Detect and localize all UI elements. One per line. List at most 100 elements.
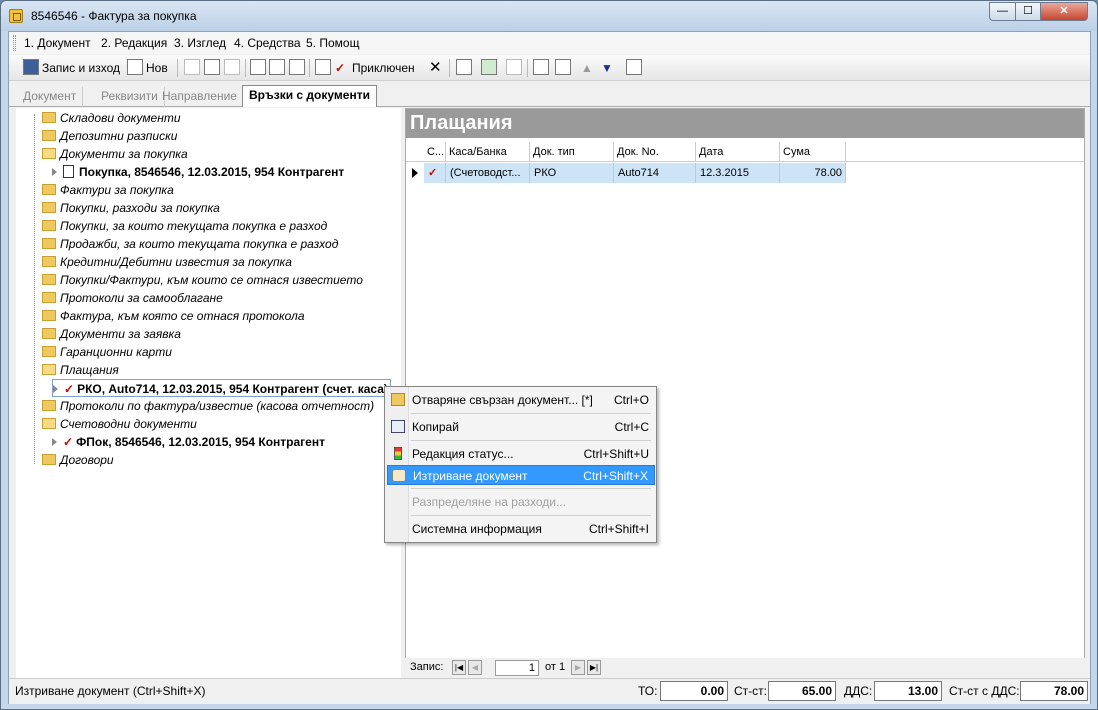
tree-node[interactable]: Договори xyxy=(42,451,114,469)
tree-node-payment-selected[interactable]: ✓ РКО, Auto714, 12.03.2015, 954 Контраген… xyxy=(52,379,391,397)
refresh-icon[interactable] xyxy=(481,59,497,75)
ctx-distribute-expenses[interactable]: Разпределяне на разходи... xyxy=(387,492,655,512)
folder-icon xyxy=(42,184,56,195)
row-status-check-icon: ✓ xyxy=(424,163,446,183)
folder-icon xyxy=(42,130,56,141)
copy-icon xyxy=(391,420,405,433)
record-number-input[interactable]: 1 xyxy=(495,660,539,676)
posted-check-icon: ✓ xyxy=(335,61,346,75)
calculator-icon[interactable] xyxy=(506,59,522,75)
menu-view[interactable]: 3. Изглед xyxy=(174,36,226,50)
ctx-system-info[interactable]: Системна информация Ctrl+Shift+I xyxy=(387,519,655,539)
column-sum[interactable]: Сума xyxy=(780,142,846,162)
posted-check-icon: ✓ xyxy=(64,382,75,396)
to-value: 0.00 xyxy=(660,681,728,701)
expander-icon[interactable] xyxy=(52,168,57,176)
column-doc-type[interactable]: Док. тип xyxy=(530,142,614,162)
tree-node[interactable]: Покупки, разходи за покупка xyxy=(42,199,220,217)
status-bar: Изтриване документ (Ctrl+Shift+X) ТО: 0.… xyxy=(9,678,1090,704)
tree-node[interactable]: Депозитни разписки xyxy=(42,127,177,145)
folder-icon xyxy=(42,454,56,465)
pane-title: Плащания xyxy=(406,109,1084,138)
copy-icon[interactable] xyxy=(204,59,220,75)
cell-doc-type: РКО xyxy=(530,163,614,183)
tab-direction[interactable]: Направление xyxy=(156,87,244,107)
tab-strip: Документ Реквизити Направление Връзки с … xyxy=(9,85,1090,107)
arrow-up-icon[interactable]: ▲ xyxy=(581,58,593,78)
save-exit-button[interactable]: Запис и изход xyxy=(42,58,120,78)
ctx-edit-status[interactable]: Редакция статус... Ctrl+Shift+U xyxy=(387,444,655,464)
edit-icon[interactable] xyxy=(315,59,331,75)
last-record-icon[interactable]: ▶| xyxy=(587,660,601,675)
menu-bar: 1. Документ 2. Редакция 3. Изглед 4. Сре… xyxy=(9,32,1090,54)
first-record-icon[interactable]: |◀ xyxy=(452,660,466,675)
print-icon[interactable] xyxy=(250,59,266,75)
pager-label: Запис: xyxy=(410,661,444,673)
help-icon[interactable] xyxy=(626,59,642,75)
menu-help[interactable]: 5. Помощ xyxy=(306,36,359,50)
link-doc-icon[interactable] xyxy=(533,59,549,75)
total-value: 78.00 xyxy=(1020,681,1088,701)
tree-node[interactable]: Покупки/Фактури, към които се отнася изв… xyxy=(42,271,363,289)
folder-open-icon xyxy=(42,148,56,159)
links-tree[interactable]: Складови документи Депозитни разписки До… xyxy=(16,108,401,678)
tree-node[interactable]: Гаранционни карти xyxy=(42,343,172,361)
folder-icon xyxy=(42,400,56,411)
ctx-copy[interactable]: Копирай Ctrl+C xyxy=(387,417,655,437)
folder-icon xyxy=(42,328,56,339)
column-doc-no[interactable]: Док. No. xyxy=(614,142,696,162)
arrow-down-icon[interactable]: ▼ xyxy=(601,58,613,78)
expander-icon[interactable] xyxy=(52,438,57,446)
tab-document[interactable]: Документ xyxy=(17,87,84,107)
tree-node[interactable]: Фактура, към която се отнася протокола xyxy=(42,307,305,325)
tree-node[interactable]: Покупки, за които текущата покупка е раз… xyxy=(42,217,327,235)
minimize-button[interactable]: — xyxy=(989,2,1016,21)
menu-document[interactable]: 1. Документ xyxy=(24,36,91,50)
maximize-button[interactable]: ☐ xyxy=(1015,2,1041,21)
tree-node[interactable]: Протоколи по фактура/известие (касова от… xyxy=(42,397,374,415)
column-cash-bank[interactable]: Каса/Банка xyxy=(446,142,530,162)
tree-node-document[interactable]: Покупка, 8546546, 12.03.2015, 954 Контра… xyxy=(52,163,344,181)
tab-requisites[interactable]: Реквизити xyxy=(95,87,165,107)
menu-separator xyxy=(411,413,651,414)
tree-node[interactable]: Продажби, за които текущата покупка е ра… xyxy=(42,235,338,253)
menu-tools[interactable]: 4. Средства xyxy=(234,36,301,50)
paste-icon[interactable] xyxy=(224,59,240,75)
next-record-icon[interactable]: ▶ xyxy=(571,660,585,675)
title-bar[interactable]: 8546546 - Фактура за покупка — ☐ ✕ xyxy=(1,1,1097,31)
posted-button[interactable]: Приключен xyxy=(352,58,415,78)
column-status[interactable]: С... xyxy=(424,142,446,162)
tree-node[interactable]: Документи за заявка xyxy=(42,325,181,343)
to-label: ТО: xyxy=(638,684,658,698)
tree-node[interactable]: Протоколи за самооблагане xyxy=(42,289,223,307)
menu-edit[interactable]: 2. Редакция xyxy=(101,36,167,50)
new-button[interactable]: Нов xyxy=(146,58,168,78)
tree-node[interactable]: Документи за покупка xyxy=(42,145,188,163)
expander-icon[interactable] xyxy=(53,385,58,393)
tree-node[interactable]: Складови документи xyxy=(42,109,181,127)
tab-document-links[interactable]: Връзки с документи xyxy=(242,85,377,107)
unlink-doc-icon[interactable] xyxy=(555,59,571,75)
column-date[interactable]: Дата xyxy=(696,142,780,162)
cut-icon[interactable] xyxy=(184,59,200,75)
eraser-icon xyxy=(392,469,406,482)
print-preview-icon[interactable] xyxy=(269,59,285,75)
tree-node[interactable]: Фактури за покупка xyxy=(42,181,174,199)
cancel-x-icon[interactable]: ✕ xyxy=(429,58,442,78)
tree-node[interactable]: Кредитни/Дебитни известия за покупка xyxy=(42,253,292,271)
ctx-open-linked-document[interactable]: Отваряне свързан документ... [*] Ctrl+O xyxy=(387,390,655,410)
vat-value: 13.00 xyxy=(874,681,942,701)
tree-node[interactable]: Счетоводни документи xyxy=(42,415,197,433)
new-document-icon xyxy=(127,59,143,75)
menubar-grip-icon xyxy=(13,35,16,51)
attach-icon[interactable] xyxy=(289,59,305,75)
close-button[interactable]: ✕ xyxy=(1040,2,1088,21)
tree-node-accounting-doc[interactable]: ✓ ФПок, 8546546, 12.03.2015, 954 Контраге… xyxy=(52,433,325,451)
ctx-delete-document[interactable]: Изтриване документ Ctrl+Shift+X xyxy=(387,465,655,485)
cost-label: Ст-ст: xyxy=(734,684,767,698)
folder-icon xyxy=(42,112,56,123)
tree-node[interactable]: Плащания xyxy=(42,361,119,379)
folder-icon xyxy=(42,220,56,231)
list-icon[interactable] xyxy=(456,59,472,75)
prev-record-icon[interactable]: ◀ xyxy=(468,660,482,675)
